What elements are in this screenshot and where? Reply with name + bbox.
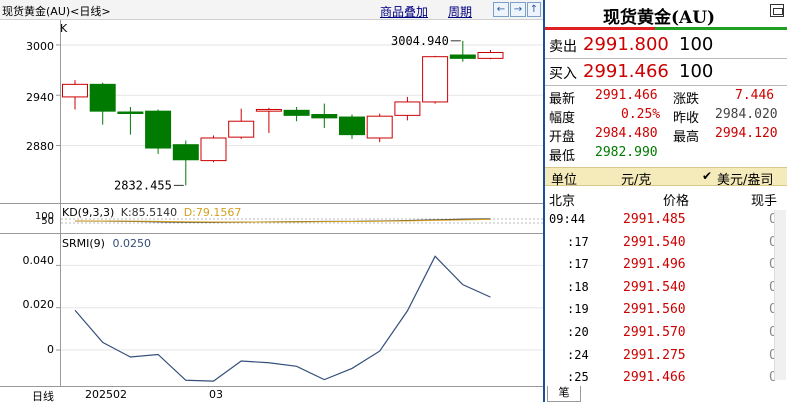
open-label: 开盘 xyxy=(549,130,576,145)
tick-time: :20 xyxy=(567,325,589,339)
tick-price: 2991.540 xyxy=(623,279,686,295)
tick-time: :24 xyxy=(567,347,589,362)
window-icon[interactable] xyxy=(770,4,784,17)
change-value: 7.446 xyxy=(735,88,775,103)
tick-row: :182991.5400 xyxy=(545,278,787,300)
period-label: 日线 xyxy=(32,390,54,402)
tick-row: :172991.4960 xyxy=(545,255,787,277)
low-value: 2982.990 xyxy=(595,145,658,160)
tick-price: 2991.275 xyxy=(623,347,686,363)
tick-row: :202991.5700 xyxy=(545,323,787,345)
candle-body xyxy=(255,108,282,112)
unit-value[interactable]: 元/克 xyxy=(621,169,651,188)
high-label: 最高 xyxy=(673,130,700,145)
sell-volume: 100 xyxy=(679,34,714,55)
sell-price: 2991.800 xyxy=(583,34,669,55)
accent-bar-red xyxy=(545,27,655,30)
sell-label: 卖出 xyxy=(549,39,577,55)
unit-label: 单位 xyxy=(551,173,578,188)
latest-label: 最新 xyxy=(549,92,576,107)
candle-body xyxy=(394,101,421,116)
date-axis: 日线 202502 03 xyxy=(0,386,543,402)
prev-close-label: 昨收 xyxy=(673,111,700,126)
quote-header: 现货黄金(AU) xyxy=(545,0,787,28)
high-value: 2994.120 xyxy=(715,126,778,141)
candle-body xyxy=(228,120,255,138)
latest-value: 2991.466 xyxy=(595,88,658,103)
tick-table-header: 北京 价格 现手 xyxy=(545,188,787,210)
unit-bar: 单位 元/克 ✔ 美元/盎司 xyxy=(545,167,787,188)
quote-panel: 现货黄金(AU) 卖出 2991.800 100 买入 2991.466 100… xyxy=(543,0,787,402)
col-price-header: 价格 xyxy=(663,194,690,209)
candle-body xyxy=(339,116,365,136)
quote-title: 现货黄金(AU) xyxy=(603,8,716,28)
tick-row: :252991.4660 xyxy=(545,368,787,390)
buy-label: 买入 xyxy=(549,66,577,82)
change-label: 涨跌 xyxy=(673,92,700,107)
candle-body xyxy=(62,83,88,98)
candle-body xyxy=(449,54,476,59)
date-tick-03: 03 xyxy=(209,388,223,401)
candle-body xyxy=(145,110,172,149)
chart-canvas[interactable]: 3004.940 2832.455 xyxy=(0,0,543,402)
col-time-header: 北京 xyxy=(549,194,576,209)
tab-ticks[interactable]: 笔 xyxy=(547,386,581,402)
tick-price: 2991.570 xyxy=(623,325,686,340)
tick-price: 2991.540 xyxy=(623,234,686,250)
check-icon[interactable]: ✔ xyxy=(702,169,712,183)
candle-body xyxy=(311,114,338,119)
tick-row: :242991.2750 xyxy=(545,346,787,368)
tick-time: :19 xyxy=(567,302,589,317)
low-annotation: 2832.455 xyxy=(114,178,172,192)
tick-time: :18 xyxy=(567,279,589,294)
sell-row: 卖出 2991.800 100 xyxy=(545,34,787,58)
candle-body xyxy=(89,83,116,112)
col-hand-header: 现手 xyxy=(751,194,778,209)
amplitude-label: 幅度 xyxy=(549,111,576,126)
tick-price: 2991.496 xyxy=(623,257,686,273)
buy-row: 买入 2991.466 100 xyxy=(545,61,787,85)
low-label: 最低 xyxy=(549,149,576,164)
tick-time: :25 xyxy=(567,370,589,385)
open-value: 2984.480 xyxy=(595,126,658,141)
tick-row: :172991.5400 xyxy=(545,233,787,255)
tick-time: 09:44 xyxy=(549,212,586,226)
buy-volume: 100 xyxy=(679,61,714,82)
tick-time: :17 xyxy=(567,234,589,249)
candle-body xyxy=(366,115,393,139)
amplitude-value: 0.25% xyxy=(621,107,661,122)
candle-body xyxy=(117,111,144,114)
tick-price: 2991.466 xyxy=(623,370,686,386)
candle-body xyxy=(422,56,449,103)
candle-body xyxy=(200,137,227,162)
candle-body xyxy=(477,51,504,59)
accent-bar-green xyxy=(655,27,787,30)
scrollbar[interactable] xyxy=(774,210,786,380)
high-annotation: 3004.940 xyxy=(391,34,449,48)
tick-row: 09:442991.4850 xyxy=(545,210,787,232)
candle-body xyxy=(283,109,310,116)
prev-close-value: 2984.020 xyxy=(715,107,778,122)
srmi-line xyxy=(74,255,491,382)
tick-time: :17 xyxy=(567,257,589,272)
tick-price: 2991.560 xyxy=(623,302,686,318)
buy-price: 2991.466 xyxy=(583,61,669,82)
tick-row: :192991.5600 xyxy=(545,300,787,322)
date-tick-202502: 202502 xyxy=(85,388,127,401)
chart-area[interactable]: 现货黄金(AU)<日线> 商品叠加 周期 ← → ↑ K 3000 2940 2… xyxy=(0,0,543,402)
divider xyxy=(545,58,787,59)
divider xyxy=(545,85,787,86)
candle-body xyxy=(172,144,199,161)
tick-price: 2991.485 xyxy=(623,212,686,227)
unit-alt-option[interactable]: 美元/盎司 xyxy=(717,169,773,188)
